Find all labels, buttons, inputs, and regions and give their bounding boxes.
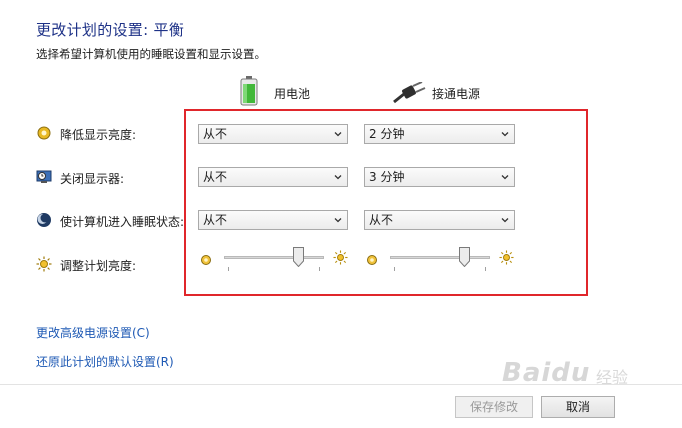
slider-track: [390, 256, 490, 259]
slider-thumb[interactable]: [293, 247, 305, 267]
monitor-clock-icon: [36, 169, 52, 185]
battery-icon: [240, 76, 258, 106]
dim-display-battery-value: 从不: [203, 127, 228, 141]
page-title: 更改计划的设置: 平衡: [36, 21, 185, 39]
brightness-high-icon: [499, 250, 514, 265]
sleep-battery-value: 从不: [203, 213, 228, 227]
chevron-down-icon: [501, 132, 509, 137]
advanced-power-settings-link[interactable]: 更改高级电源设置(C): [36, 324, 150, 341]
slider-track: [224, 256, 324, 259]
brightness-low-icon: [366, 251, 378, 265]
chevron-down-icon: [334, 218, 342, 223]
sleep-plugged-select[interactable]: 从不: [364, 210, 515, 230]
turn-off-display-label: 关闭显示器:: [60, 172, 125, 186]
save-button[interactable]: 保存修改: [455, 396, 533, 418]
footer-divider: [0, 384, 682, 385]
dim-display-label: 降低显示亮度:: [60, 128, 137, 142]
brightness-icon: [36, 256, 52, 272]
slider-tick: [228, 267, 229, 271]
brightness-slider-plugged[interactable]: [390, 247, 490, 273]
turn-off-display-battery-select[interactable]: 从不: [198, 167, 348, 187]
turn-off-display-plugged-value: 3 分钟: [369, 170, 405, 184]
brightness-high-icon: [333, 250, 348, 265]
chevron-down-icon: [334, 175, 342, 180]
sleep-moon-icon: [36, 212, 52, 228]
power-plug-icon: [392, 81, 426, 104]
battery-column-label: 用电池: [274, 87, 311, 101]
sleep-label: 使计算机进入睡眠状态:: [60, 215, 185, 229]
slider-tick: [319, 267, 320, 271]
brightness-label: 调整计划亮度:: [60, 259, 137, 273]
dim-display-plugged-select[interactable]: 2 分钟: [364, 124, 515, 144]
plugged-column-label: 接通电源: [432, 87, 481, 101]
restore-defaults-link[interactable]: 还原此计划的默认设置(R): [36, 353, 174, 370]
chevron-down-icon: [501, 175, 509, 180]
turn-off-display-battery-value: 从不: [203, 170, 228, 184]
sleep-battery-select[interactable]: 从不: [198, 210, 348, 230]
slider-tick: [485, 267, 486, 271]
brightness-slider-battery[interactable]: [224, 247, 324, 273]
chevron-down-icon: [334, 132, 342, 137]
dim-display-plugged-value: 2 分钟: [369, 127, 405, 141]
chevron-down-icon: [501, 218, 509, 223]
turn-off-display-plugged-select[interactable]: 3 分钟: [364, 167, 515, 187]
page-subtitle: 选择希望计算机使用的睡眠设置和显示设置。: [36, 47, 266, 61]
cancel-button[interactable]: 取消: [541, 396, 615, 418]
dim-display-icon: [36, 125, 52, 141]
slider-thumb[interactable]: [459, 247, 471, 267]
brightness-low-icon: [200, 251, 212, 265]
slider-tick: [394, 267, 395, 271]
dim-display-battery-select[interactable]: 从不: [198, 124, 348, 144]
sleep-plugged-value: 从不: [369, 213, 394, 227]
